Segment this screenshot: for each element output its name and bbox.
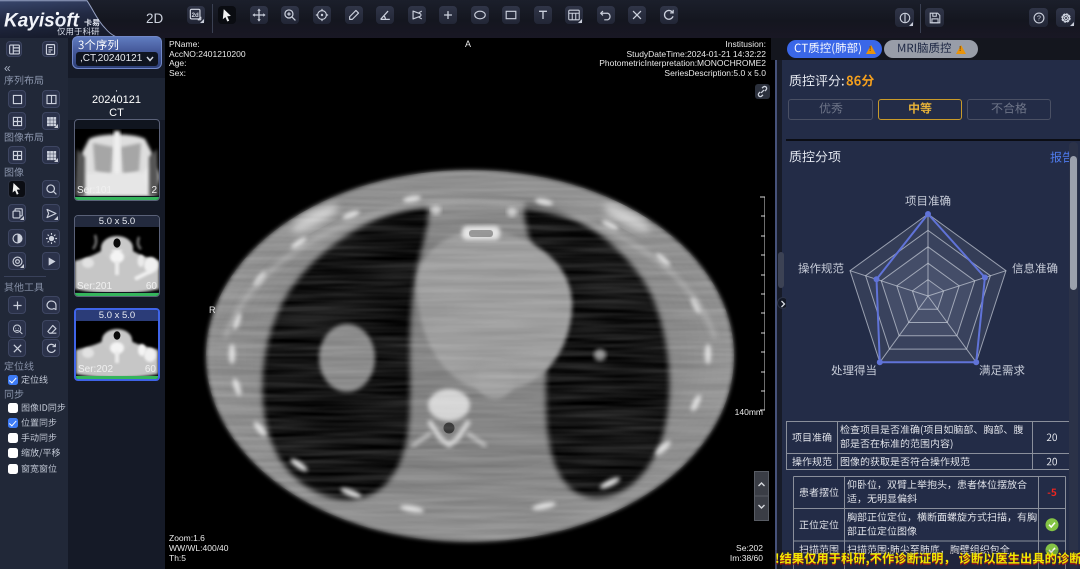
svg-text:2d: 2d xyxy=(192,12,199,19)
svg-text:?: ? xyxy=(1036,15,1040,22)
